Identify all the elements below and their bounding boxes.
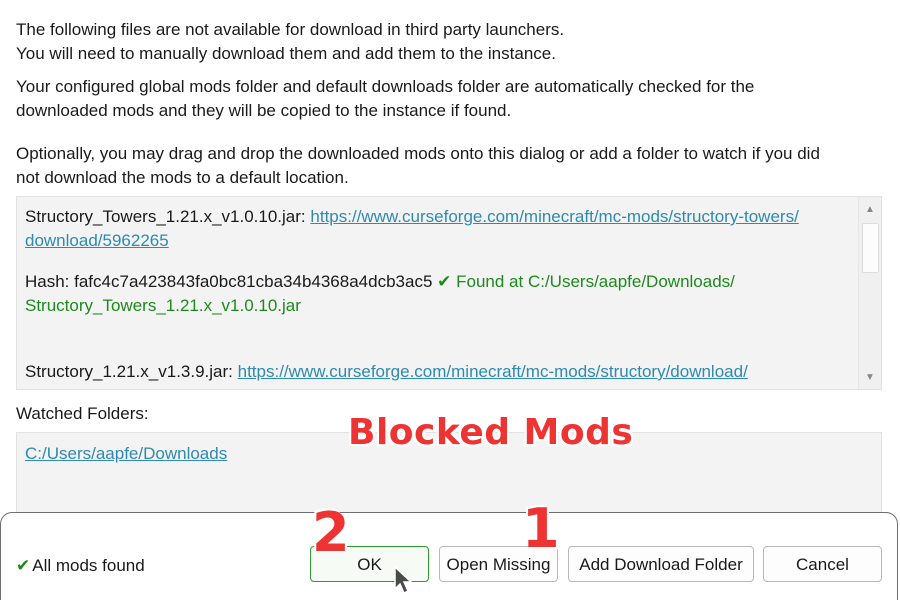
watched-folder-item[interactable]: C:/Users/aapfe/Downloads [25, 442, 227, 466]
folder-note-line-2: downloaded mods and they will be copied … [16, 101, 512, 120]
mouse-cursor-icon [394, 565, 413, 595]
cancel-button[interactable]: Cancel [763, 546, 882, 582]
add-download-folder-button[interactable]: Add Download Folder [568, 546, 754, 582]
annotation-title: Blocked Mods [348, 412, 634, 453]
checkmark-icon: ✔ [437, 272, 452, 291]
scroll-up-icon[interactable]: ▲ [859, 199, 881, 219]
drag-note-line-1: Optionally, you may drag and drop the do… [16, 144, 820, 163]
intro-line-2: You will need to manually download them … [16, 44, 556, 63]
mod-hash: Hash: fafc4c7a423843fa0bc81cba34b4368a4d… [25, 272, 433, 291]
scrollbar-thumb[interactable] [862, 223, 879, 273]
status-check-icon: ✔ [16, 556, 31, 575]
mod-download-link[interactable]: https://www.curseforge.com/minecraft/mc-… [238, 362, 748, 381]
mod-list-scrollbar[interactable]: ▲ ▼ [858, 197, 881, 389]
drag-note: Optionally, you may drag and drop the do… [16, 142, 820, 190]
status-message: ✔ All mods found [16, 554, 145, 578]
mod-found-location: Found at C:/Users/aapfe/Downloads/ [456, 272, 735, 291]
scroll-down-icon[interactable]: ▼ [859, 367, 881, 387]
mod-download-link[interactable]: https://www.curseforge.com/minecraft/mc-… [310, 207, 798, 226]
mod-download-link-cont[interactable]: download/5962265 [25, 231, 169, 250]
status-text: All mods found [32, 556, 145, 575]
intro-line-1: The following files are not available fo… [16, 20, 565, 39]
drag-note-line-2: not download the mods to a default locat… [16, 168, 349, 187]
annotation-step-1: 1 [522, 497, 560, 560]
intro-text: The following files are not available fo… [16, 18, 564, 66]
mod-filename: Structory_Towers_1.21.x_v1.0.10.jar: [25, 207, 306, 226]
folder-note-line-1: Your configured global mods folder and d… [16, 77, 755, 96]
blocked-mods-content: Structory_Towers_1.21.x_v1.0.10.jar: htt… [25, 205, 857, 384]
watched-folders-label: Watched Folders: [16, 404, 149, 423]
annotation-step-2: 2 [312, 501, 350, 564]
mod-entry: Structory_Towers_1.21.x_v1.0.10.jar: htt… [25, 205, 857, 318]
mod-found-filename: Structory_Towers_1.21.x_v1.0.10.jar [25, 296, 301, 315]
folder-note: Your configured global mods folder and d… [16, 75, 754, 123]
mod-entry: Structory_1.21.x_v1.3.9.jar: https://www… [25, 360, 857, 384]
blocked-mods-list[interactable]: Structory_Towers_1.21.x_v1.0.10.jar: htt… [16, 196, 882, 390]
mod-filename: Structory_1.21.x_v1.3.9.jar: [25, 362, 233, 381]
